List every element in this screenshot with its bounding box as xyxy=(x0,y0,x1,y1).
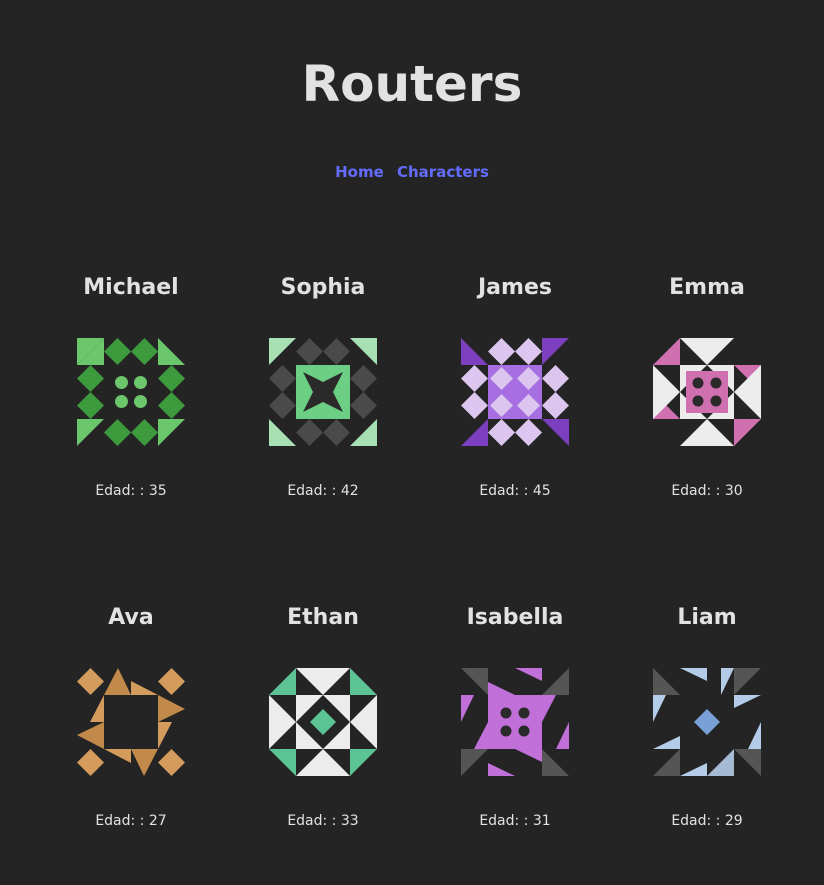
character-card[interactable]: Ethan Edad: : 33 xyxy=(233,604,413,830)
character-card[interactable]: Liam Edad: : 29 xyxy=(617,604,797,830)
character-name: James xyxy=(478,275,552,300)
character-age: Edad: : 27 xyxy=(95,813,167,829)
mint-pattern-avatar xyxy=(269,338,377,446)
pink-pattern-avatar xyxy=(653,338,761,446)
character-age: Edad: : 33 xyxy=(287,813,359,829)
character-card[interactable]: Emma Edad: : 30 xyxy=(617,274,797,500)
character-name: Emma xyxy=(669,275,745,300)
character-name: Isabella xyxy=(466,605,564,630)
character-name: Sophia xyxy=(280,275,366,300)
character-name: Liam xyxy=(677,605,737,630)
character-age: Edad: : 29 xyxy=(671,813,743,829)
character-age: Edad: : 30 xyxy=(671,483,743,499)
teal-pattern-avatar xyxy=(269,668,377,776)
character-age: Edad: : 42 xyxy=(287,483,359,499)
purple-pattern-avatar xyxy=(461,338,569,446)
character-card[interactable]: Michael Edad: : 35 xyxy=(41,274,221,500)
blue-pattern-avatar xyxy=(653,668,761,776)
character-age: Edad: : 45 xyxy=(479,483,551,499)
green-pattern-avatar xyxy=(77,338,185,446)
character-name: Ethan xyxy=(287,605,359,630)
nav-link-characters[interactable]: Characters xyxy=(397,163,489,181)
character-card[interactable]: Ava Edad: : 27 xyxy=(41,604,221,830)
character-name: Michael xyxy=(83,275,179,300)
page: Routers Home Characters Michael Edad:: … xyxy=(0,0,824,885)
character-age: Edad: : 35 xyxy=(95,483,167,499)
character-card[interactable]: James Edad: : 45 xyxy=(425,274,605,500)
orchid-pattern-avatar xyxy=(461,668,569,776)
page-title: Routers xyxy=(301,55,523,113)
tan-pattern-avatar xyxy=(77,668,185,776)
character-card[interactable]: Sophia Edad: : 42 xyxy=(233,274,413,500)
character-age: Edad: : 31 xyxy=(479,813,551,829)
nav-link-home[interactable]: Home xyxy=(335,163,384,181)
character-card[interactable]: Isabella Edad: : 31 xyxy=(425,604,605,830)
character-name: Ava xyxy=(108,605,154,630)
main-nav: Home Characters xyxy=(0,162,824,182)
